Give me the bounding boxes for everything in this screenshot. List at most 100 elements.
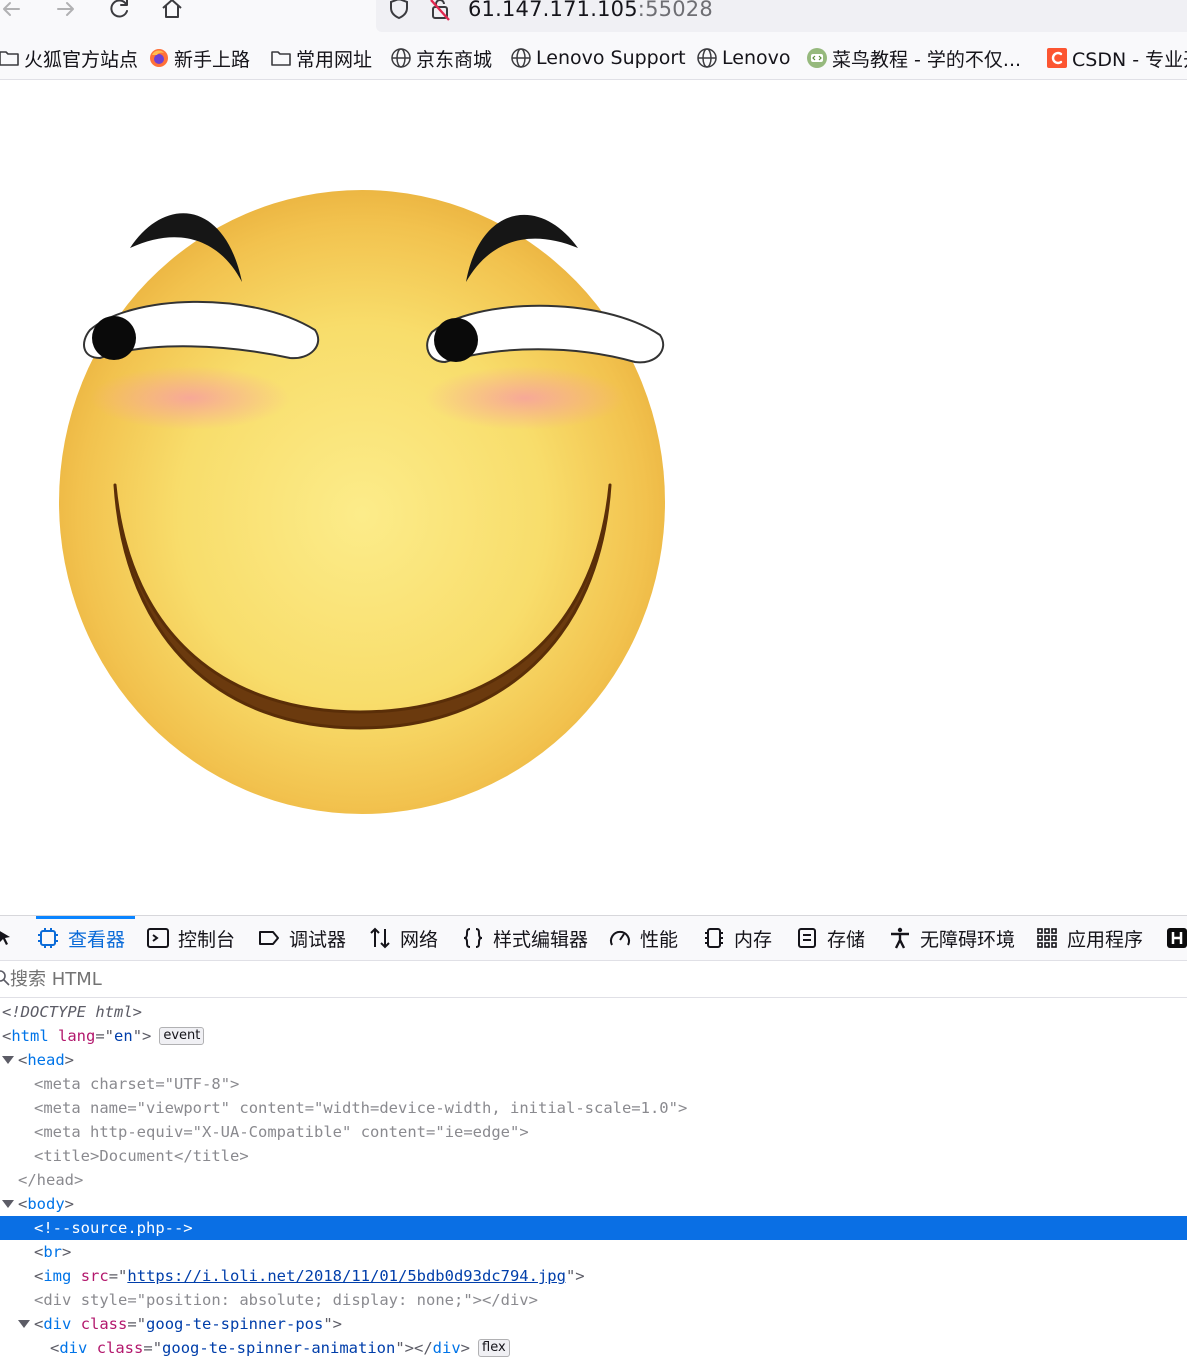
accessibility-icon: [891, 927, 909, 949]
devtools-panel: 查看器 控制台 调试器 网络 样式编辑器 性能 内存 存储 无障碍环境 应用程序…: [0, 915, 1187, 1357]
bookmark-common-sites[interactable]: 常用网址: [270, 45, 372, 71]
firefox-icon: [148, 47, 170, 69]
node-spinner-pos[interactable]: <div class="goog-te-spinner-pos">: [0, 1312, 1187, 1336]
attr-name: http-equiv: [90, 1123, 184, 1141]
application-icon: [1037, 928, 1057, 948]
home-button[interactable]: [157, 0, 187, 24]
tag-name: head: [27, 1051, 65, 1069]
attr-value: goog-te-spinner-pos: [146, 1315, 324, 1333]
img-src-link[interactable]: https://i.loli.net/2018/11/01/5bdb0d93dc…: [127, 1267, 566, 1285]
bookmark-getting-started[interactable]: 新手上路: [148, 45, 250, 71]
tab-accessibility[interactable]: 无障碍环境: [888, 916, 1015, 960]
node-head[interactable]: <head>: [0, 1048, 1187, 1072]
node-html[interactable]: <html lang="en"> event: [0, 1024, 1187, 1048]
node-doctype[interactable]: <!DOCTYPE html>: [0, 1000, 1187, 1024]
bookmark-firefox-official[interactable]: 火狐官方站点: [0, 45, 138, 71]
bookmark-jd[interactable]: 京东商城: [390, 45, 492, 71]
expand-twisty[interactable]: [2, 1056, 14, 1064]
tab-storage[interactable]: 存储: [795, 916, 865, 960]
tab-label: 无障碍环境: [920, 928, 1016, 951]
tag-name: meta: [43, 1123, 81, 1141]
element-picker-button[interactable]: [0, 916, 24, 960]
insecure-lock-icon: [430, 0, 450, 21]
bookmark-label: 菜鸟教程 - 学的不仅...: [832, 48, 1022, 71]
attr-value: ie=edge: [444, 1123, 511, 1141]
node-body[interactable]: <body>: [0, 1192, 1187, 1216]
title-text: Document: [99, 1147, 175, 1165]
tracking-protection-button[interactable]: [384, 0, 414, 24]
attr-value: viewport: [146, 1099, 221, 1117]
node-img[interactable]: <img src="https://i.loli.net/2018/11/01/…: [0, 1264, 1187, 1288]
tag-name: div: [43, 1315, 72, 1333]
attr-name: content: [360, 1123, 427, 1141]
attr-name: lang: [58, 1027, 96, 1045]
node-meta-charset[interactable]: <meta charset="UTF-8">: [0, 1072, 1187, 1096]
node-hidden-div[interactable]: <div style="position: absolute; display:…: [0, 1288, 1187, 1312]
bookmark-lenovo[interactable]: Lenovo: [696, 45, 790, 71]
attr-value: X-UA-Compatible: [202, 1123, 342, 1141]
tag-name: img: [43, 1267, 72, 1285]
tab-inspector[interactable]: 查看器: [36, 916, 136, 960]
tab-style-editor[interactable]: 样式编辑器: [461, 916, 588, 960]
bookmark-label: Lenovo Support: [536, 47, 686, 69]
tab-application[interactable]: 应用程序: [1035, 916, 1143, 960]
home-icon: [162, 0, 182, 18]
element-picker-icon: [0, 931, 10, 945]
globe-icon: [696, 47, 718, 69]
attr-value: en: [114, 1027, 133, 1045]
runoob-icon: [806, 47, 828, 69]
attr-name: style: [80, 1291, 128, 1309]
forward-button[interactable]: [50, 0, 80, 24]
back-button[interactable]: [0, 0, 27, 24]
tab-debugger[interactable]: 调试器: [257, 916, 346, 960]
inspector-icon: [38, 928, 58, 948]
bookmark-runoob[interactable]: 菜鸟教程 - 学的不仅...: [806, 45, 1021, 71]
node-spinner-animation[interactable]: <div class="goog-te-spinner-animation"><…: [0, 1336, 1187, 1360]
tab-performance[interactable]: 性能: [608, 916, 678, 960]
node-comment-selected[interactable]: <!--source.php-->: [0, 1216, 1187, 1240]
attr-name: charset: [90, 1075, 156, 1093]
flex-badge[interactable]: flex: [478, 1339, 510, 1357]
attr-value: position: absolute; display: none;: [146, 1291, 464, 1309]
tag-name: div: [432, 1339, 461, 1357]
tab-memory[interactable]: 内存: [702, 916, 772, 960]
bookmark-lenovo-support[interactable]: Lenovo Support: [510, 45, 686, 71]
node-title[interactable]: <title>Document</title>: [0, 1144, 1187, 1168]
insecure-connection-button[interactable]: [425, 0, 455, 24]
tab-label: 存储: [827, 928, 866, 951]
doctype-text: <!DOCTYPE html>: [2, 1003, 142, 1021]
node-meta-viewport[interactable]: <meta name="viewport" content="width=dev…: [0, 1096, 1187, 1120]
expand-twisty[interactable]: [18, 1320, 30, 1328]
navigation-toolbar: 61.147.171.105:55028: [0, 0, 1187, 36]
reload-button[interactable]: [104, 0, 134, 24]
bookmark-label: 火狐官方站点: [24, 48, 139, 71]
devtools-tabbar: 查看器 控制台 调试器 网络 样式编辑器 性能 内存 存储 无障碍环境 应用程序: [0, 916, 1187, 961]
expand-twisty[interactable]: [2, 1200, 14, 1208]
bookmarks-toolbar: 火狐官方站点 新手上路 常用网址 京东商城 Lenovo Support Len…: [0, 36, 1187, 80]
tag-name: div: [500, 1291, 529, 1309]
tag-name: br: [43, 1243, 63, 1261]
event-badge[interactable]: event: [159, 1027, 205, 1045]
attr-name: class: [80, 1315, 128, 1333]
url-text[interactable]: 61.147.171.105:55028: [468, 0, 713, 26]
tag-name: body: [27, 1195, 65, 1213]
right-pupil: [434, 318, 478, 362]
tab-label: 样式编辑器: [493, 928, 589, 951]
hackbar-button[interactable]: [1165, 916, 1187, 960]
attr-name: name: [90, 1099, 128, 1117]
folder-icon: [0, 47, 20, 69]
tab-network[interactable]: 网络: [368, 916, 438, 960]
tag-name: meta: [43, 1075, 81, 1093]
left-pupil: [92, 316, 136, 360]
node-meta-http-equiv[interactable]: <meta http-equiv="X-UA-Compatible" conte…: [0, 1120, 1187, 1144]
tag-name: div: [59, 1339, 88, 1357]
attr-value: goog-te-spinner-animation: [162, 1339, 396, 1357]
node-br[interactable]: <br>: [0, 1240, 1187, 1264]
bookmark-label: CSDN - 专业开: [1072, 48, 1187, 71]
bookmark-csdn[interactable]: CSDN - 专业开: [1046, 45, 1187, 71]
tag-name: meta: [43, 1099, 81, 1117]
memory-icon: [705, 928, 723, 948]
html-search-input[interactable]: [8, 967, 612, 991]
tab-console[interactable]: 控制台: [146, 916, 235, 960]
node-head-close[interactable]: </head>: [0, 1168, 1187, 1192]
